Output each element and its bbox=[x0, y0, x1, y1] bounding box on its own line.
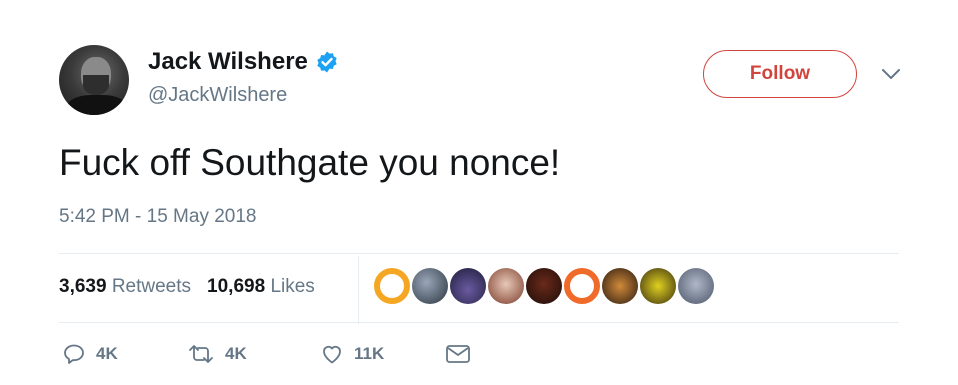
liker-avatar[interactable] bbox=[412, 268, 448, 304]
retweet-action[interactable]: 4K bbox=[187, 342, 320, 366]
like-count: 11K bbox=[354, 344, 385, 363]
liker-avatars bbox=[374, 268, 716, 304]
tweet-actions: 4K 4K 11K bbox=[62, 342, 481, 366]
likes-count: 10,698 bbox=[207, 276, 266, 297]
retweet-icon bbox=[189, 345, 213, 363]
avatar-shoulders bbox=[67, 95, 127, 115]
retweets-stat[interactable]: 3,639 Retweets bbox=[59, 276, 191, 298]
avatar-beard bbox=[83, 75, 109, 95]
user-name[interactable]: Jack Wilshere bbox=[148, 48, 308, 76]
stats-divider bbox=[358, 256, 359, 324]
liker-avatar[interactable] bbox=[488, 268, 524, 304]
reply-count: 4K bbox=[96, 344, 118, 363]
retweets-label: Retweets bbox=[111, 276, 192, 297]
liker-avatar[interactable] bbox=[678, 268, 714, 304]
message-icon bbox=[446, 345, 470, 363]
liker-avatar[interactable] bbox=[374, 268, 410, 304]
avatar[interactable] bbox=[59, 45, 129, 115]
divider-top bbox=[59, 253, 899, 254]
liker-avatar[interactable] bbox=[602, 268, 638, 304]
liker-avatar[interactable] bbox=[450, 268, 486, 304]
liker-avatar[interactable] bbox=[640, 268, 676, 304]
user-name-row[interactable]: Jack Wilshere bbox=[148, 48, 339, 76]
follow-button[interactable]: Follow bbox=[703, 50, 857, 98]
message-action[interactable] bbox=[445, 343, 481, 365]
likes-stat[interactable]: 10,698 Likes bbox=[207, 276, 315, 298]
liker-avatar[interactable] bbox=[526, 268, 562, 304]
liker-avatar[interactable] bbox=[564, 268, 600, 304]
like-icon bbox=[323, 345, 341, 364]
tweet-timestamp[interactable]: 5:42 PM - 15 May 2018 bbox=[59, 206, 257, 228]
reply-action[interactable]: 4K bbox=[62, 342, 187, 366]
tweet-stats: 3,639 Retweets 10,698 Likes bbox=[59, 276, 315, 298]
tweet-text: Fuck off Southgate you nonce! bbox=[59, 142, 561, 183]
user-handle[interactable]: @JackWilshere bbox=[148, 84, 287, 107]
likes-label: Likes bbox=[270, 276, 315, 297]
chevron-down-icon[interactable] bbox=[880, 66, 902, 82]
reply-icon bbox=[64, 344, 84, 364]
verified-icon bbox=[317, 51, 337, 73]
divider-bottom bbox=[59, 322, 899, 323]
retweet-count: 4K bbox=[225, 344, 247, 363]
retweets-count: 3,639 bbox=[59, 276, 107, 297]
like-action[interactable]: 11K bbox=[320, 342, 445, 366]
